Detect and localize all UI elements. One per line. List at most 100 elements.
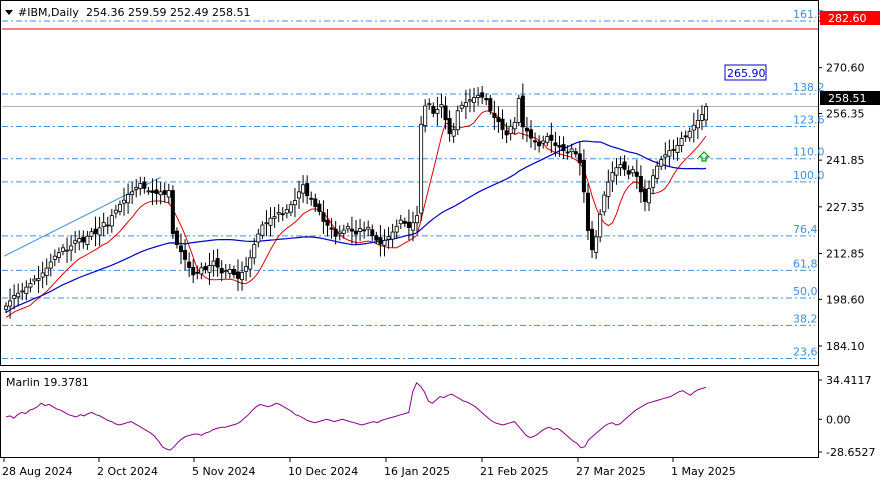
candle-body: [288, 204, 293, 213]
price-tick-label: 256.35: [826, 107, 865, 120]
time-tick-label: 27 Mar 2025: [576, 465, 646, 478]
candle-body: [146, 190, 151, 193]
candle-body: [459, 104, 464, 109]
candle-body: [512, 121, 517, 130]
candle-body: [655, 165, 660, 179]
candle-body: [195, 271, 200, 274]
candle-body: [386, 236, 391, 240]
candle-body: [219, 268, 224, 274]
candle-body: [419, 123, 424, 214]
candle-body: [704, 106, 709, 121]
candle-body: [447, 118, 452, 135]
fib-level-label: 50,0: [793, 285, 818, 298]
candle-body: [191, 267, 196, 276]
candle-body: [301, 184, 306, 194]
candle-body: [614, 167, 619, 176]
candle-body: [557, 145, 562, 148]
candle-body: [451, 129, 456, 137]
candle-body: [345, 226, 350, 230]
candle-body: [329, 227, 334, 230]
candle-body: [207, 265, 212, 273]
candle-body: [44, 267, 49, 276]
candle-body: [537, 141, 542, 147]
candle-body: [362, 229, 367, 232]
candle-body: [313, 198, 318, 208]
candle-body: [618, 164, 623, 169]
time-tick-label: 16 Jan 2025: [384, 465, 450, 478]
candle-body: [81, 236, 86, 243]
chart-window[interactable]: 161.8 138.2 123.6 110.0 100.0 76,4 61,8 50,0 38,…: [0, 0, 881, 483]
candle-body: [187, 261, 192, 268]
candle-body: [69, 245, 74, 251]
candle-body: [40, 272, 45, 278]
up-arrow-icon: [697, 151, 711, 162]
candle-body: [227, 268, 232, 274]
candle-body: [455, 110, 460, 131]
candle-body: [667, 150, 672, 157]
candle-body: [467, 99, 472, 102]
candle-body: [516, 98, 521, 123]
candle-body: [675, 145, 680, 153]
current-price-label: 258.51: [828, 92, 867, 105]
candle-body: [651, 175, 656, 188]
candle-body: [402, 221, 407, 224]
candle-body: [166, 190, 171, 198]
fib-level-label: 61,8: [793, 257, 818, 270]
candle-body: [276, 212, 281, 215]
candle-body: [337, 231, 342, 235]
candle-body: [65, 249, 70, 252]
candle-body: [256, 233, 261, 243]
candle-body: [663, 154, 668, 158]
target-price-label: 265.90: [727, 67, 766, 80]
candle-body: [508, 125, 513, 135]
indicator-tick-label: 0.00: [826, 413, 851, 426]
price-tick-label: 212.85: [826, 247, 865, 260]
candle-body: [52, 255, 57, 260]
time-axis: 28 Aug 2024 2 Oct 2024 5 Nov 2024 10 Dec 20…: [2, 458, 736, 478]
fib-level-label: 138.2: [793, 81, 825, 94]
candle-body: [484, 98, 489, 101]
collapse-triangle-icon[interactable]: [5, 10, 13, 15]
candle-body: [524, 127, 529, 132]
candle-body: [134, 186, 139, 190]
candle-body: [203, 266, 208, 271]
candle-body: [463, 101, 468, 107]
candlesticks: [4, 83, 709, 319]
candle-body: [321, 212, 326, 222]
candle-body: [549, 134, 554, 141]
candle-body: [16, 292, 21, 298]
candle-body: [36, 278, 41, 281]
candle-body: [178, 245, 183, 253]
candle-body: [309, 197, 314, 200]
price-axis: 285.10270.60256.35241.85227.35212.85198.…: [818, 15, 865, 353]
candle-body: [443, 105, 448, 121]
red-level-tag-label: 282.60: [828, 12, 867, 25]
candle-body: [89, 231, 94, 237]
candle-body: [142, 181, 147, 189]
candle-body: [353, 230, 358, 235]
chart-canvas[interactable]: 161.8 138.2 123.6 110.0 100.0 76,4 61,8 50,0 38,…: [0, 0, 881, 483]
candle-body: [390, 231, 395, 240]
price-tick-label: 270.60: [826, 62, 865, 75]
candle-body: [687, 130, 692, 139]
candle-body: [683, 135, 688, 138]
candle-body: [598, 213, 603, 238]
candle-body: [398, 219, 403, 225]
candle-body: [699, 114, 704, 121]
candle-body: [126, 194, 131, 204]
fib-level-label: 110.0: [793, 146, 825, 159]
candle-body: [638, 176, 643, 193]
candle-body: [577, 153, 582, 164]
candle-body: [423, 105, 428, 126]
candle-body: [28, 283, 33, 288]
candle-body: [333, 228, 338, 237]
price-tick-label: 241.85: [826, 154, 865, 167]
candle-body: [325, 219, 330, 226]
candle-body: [162, 190, 167, 195]
candle-body: [565, 151, 570, 154]
candle-body: [410, 222, 415, 231]
candle-body: [231, 268, 236, 275]
candle-body: [431, 105, 436, 114]
indicator-tick-label: 34.4117: [826, 374, 872, 387]
candle-body: [394, 225, 399, 233]
